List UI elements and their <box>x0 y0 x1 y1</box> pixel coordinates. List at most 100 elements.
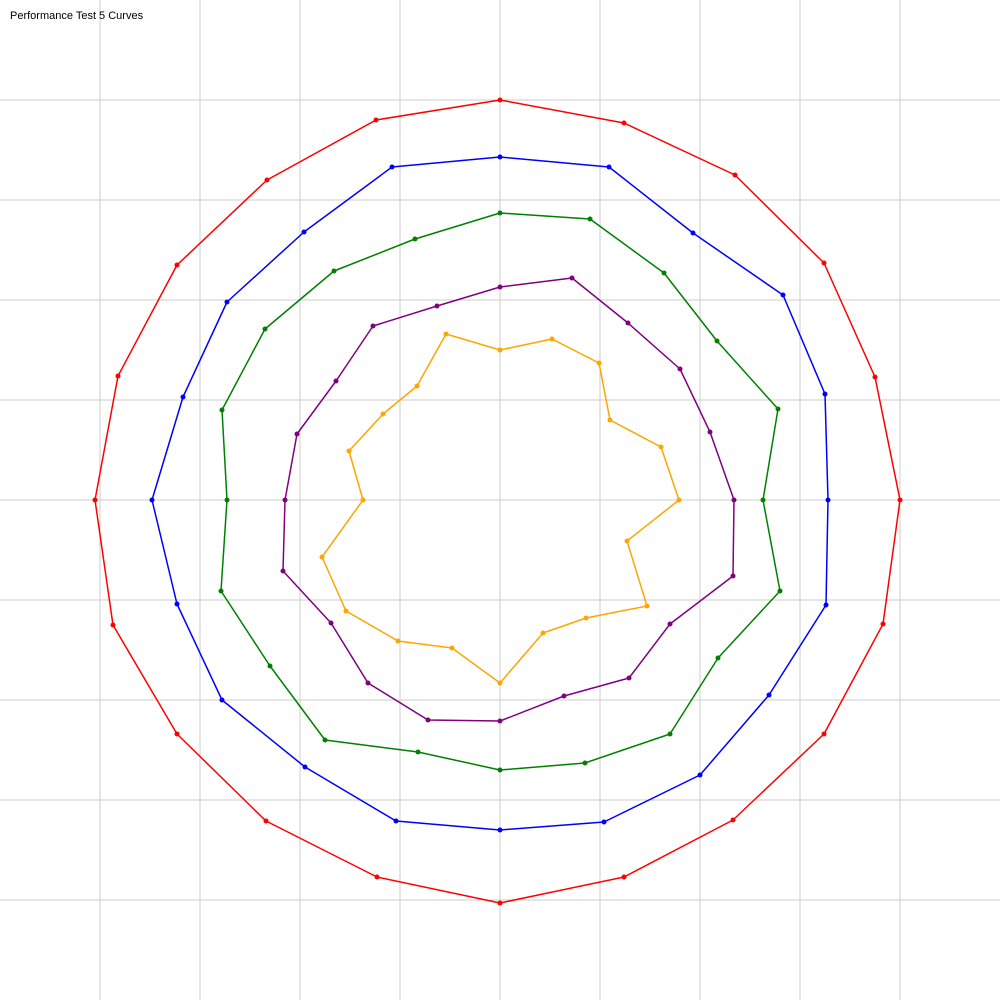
data-point <box>497 210 503 216</box>
data-point <box>380 411 386 417</box>
data-point <box>415 749 421 755</box>
data-point <box>697 772 703 778</box>
data-point <box>322 737 328 743</box>
data-point <box>569 275 575 281</box>
data-point <box>714 338 720 344</box>
data-point <box>414 383 420 389</box>
data-point <box>328 620 334 626</box>
series-1 <box>92 97 903 906</box>
data-point <box>732 172 738 178</box>
data-point <box>667 731 673 737</box>
data-point <box>775 406 781 412</box>
data-point <box>596 360 602 366</box>
data-point <box>821 260 827 266</box>
data-point <box>715 655 721 661</box>
data-point <box>880 621 886 627</box>
data-point <box>443 331 449 337</box>
data-point <box>497 284 503 290</box>
data-point <box>549 336 555 342</box>
data-point <box>110 622 116 628</box>
data-point <box>219 407 225 413</box>
data-point <box>497 154 503 160</box>
data-point <box>661 270 667 276</box>
data-point <box>343 608 349 614</box>
data-point <box>331 268 337 274</box>
data-point <box>822 391 828 397</box>
data-point <box>707 429 713 435</box>
data-point <box>730 817 736 823</box>
data-point <box>825 497 831 503</box>
data-point <box>301 229 307 235</box>
data-point <box>823 602 829 608</box>
data-point <box>267 663 273 669</box>
data-point <box>425 717 431 723</box>
data-point <box>690 230 696 236</box>
data-point <box>346 448 352 454</box>
data-point <box>174 731 180 737</box>
data-point <box>730 573 736 579</box>
data-point <box>582 760 588 766</box>
data-point <box>497 767 503 773</box>
data-point <box>606 164 612 170</box>
data-point <box>625 320 631 326</box>
data-point <box>777 588 783 594</box>
data-point <box>395 638 401 644</box>
data-point <box>319 554 325 560</box>
series-2 <box>149 154 831 833</box>
data-point <box>601 819 607 825</box>
data-point <box>282 497 288 503</box>
data-point <box>374 874 380 880</box>
data-point <box>412 236 418 242</box>
data-point <box>583 615 589 621</box>
data-point <box>360 497 366 503</box>
data-point <box>561 693 567 699</box>
data-point <box>449 645 455 651</box>
data-point <box>497 718 503 724</box>
data-point <box>115 373 121 379</box>
data-point <box>389 164 395 170</box>
data-point <box>370 323 376 329</box>
data-point <box>497 680 503 686</box>
data-point <box>731 497 737 503</box>
data-point <box>760 497 766 503</box>
series-line <box>151 156 829 831</box>
data-point <box>497 900 503 906</box>
series-layer <box>92 97 903 906</box>
data-point <box>92 497 98 503</box>
data-point <box>897 497 903 503</box>
radial-line-chart <box>0 0 1000 1000</box>
data-point <box>224 299 230 305</box>
data-point <box>497 347 503 353</box>
data-point <box>219 697 225 703</box>
data-point <box>677 366 683 372</box>
data-point <box>180 394 186 400</box>
data-point <box>302 764 308 770</box>
data-point <box>872 374 878 380</box>
data-point <box>280 568 286 574</box>
data-point <box>262 326 268 332</box>
data-point <box>540 630 546 636</box>
data-point <box>333 378 339 384</box>
data-point <box>434 303 440 309</box>
data-point <box>780 292 786 298</box>
data-point <box>497 827 503 833</box>
data-point <box>264 177 270 183</box>
data-point <box>263 818 269 824</box>
data-point <box>174 262 180 268</box>
data-point <box>607 417 613 423</box>
data-point <box>373 117 379 123</box>
data-point <box>587 216 593 222</box>
data-point <box>821 731 827 737</box>
data-point <box>621 120 627 126</box>
data-point <box>224 497 230 503</box>
data-point <box>497 97 503 103</box>
data-point <box>676 497 682 503</box>
data-point <box>218 588 224 594</box>
data-point <box>149 497 155 503</box>
data-point <box>658 444 664 450</box>
data-point <box>624 538 630 544</box>
data-point <box>621 874 627 880</box>
data-point <box>766 692 772 698</box>
data-point <box>667 621 673 627</box>
data-point <box>294 431 300 437</box>
